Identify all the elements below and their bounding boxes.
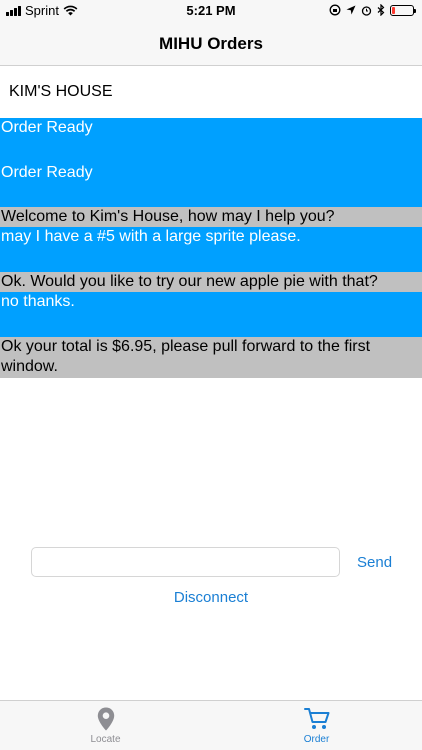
chat-message: Ok your total is $6.95, please pull forw…: [0, 337, 422, 378]
location-pin-icon: [97, 707, 114, 731]
status-bar: Sprint 5:21 PM: [0, 0, 422, 22]
tab-bar: Locate Order: [0, 700, 422, 750]
chat-message: Order Ready: [0, 118, 422, 163]
tab-locate[interactable]: Locate: [0, 701, 211, 750]
battery-level: [392, 6, 395, 14]
tab-label: Locate: [90, 734, 121, 745]
rotation-lock-icon: [329, 4, 341, 16]
alarm-icon: [361, 5, 372, 16]
chat-message: may I have a #5 with a large sprite plea…: [0, 227, 422, 272]
status-right: [329, 4, 416, 16]
chat-message: Ok. Would you like to try our new apple …: [0, 272, 422, 292]
location-arrow-icon: [346, 5, 356, 15]
tab-label: Order: [303, 734, 330, 745]
tab-order[interactable]: Order: [211, 701, 422, 750]
restaurant-name: KIM'S HOUSE: [9, 83, 113, 100]
send-button[interactable]: Send: [357, 554, 392, 571]
page-title: MIHU Orders: [159, 33, 263, 53]
conversation-log: Order Ready Order Ready Welcome to Kim's…: [0, 118, 422, 378]
chat-message: no thanks.: [0, 292, 422, 337]
message-input[interactable]: [31, 547, 340, 577]
cart-icon: [303, 708, 329, 729]
chat-message: Order Ready: [0, 163, 422, 207]
restaurant-header: KIM'S HOUSE: [0, 66, 422, 118]
disconnect-button[interactable]: Disconnect: [0, 589, 422, 606]
bluetooth-icon: [377, 4, 385, 16]
message-composer: Send: [31, 547, 411, 577]
battery-icon: [390, 4, 416, 16]
navigation-bar: MIHU Orders: [0, 22, 422, 66]
chat-message: Welcome to Kim's House, how may I help y…: [0, 207, 422, 227]
